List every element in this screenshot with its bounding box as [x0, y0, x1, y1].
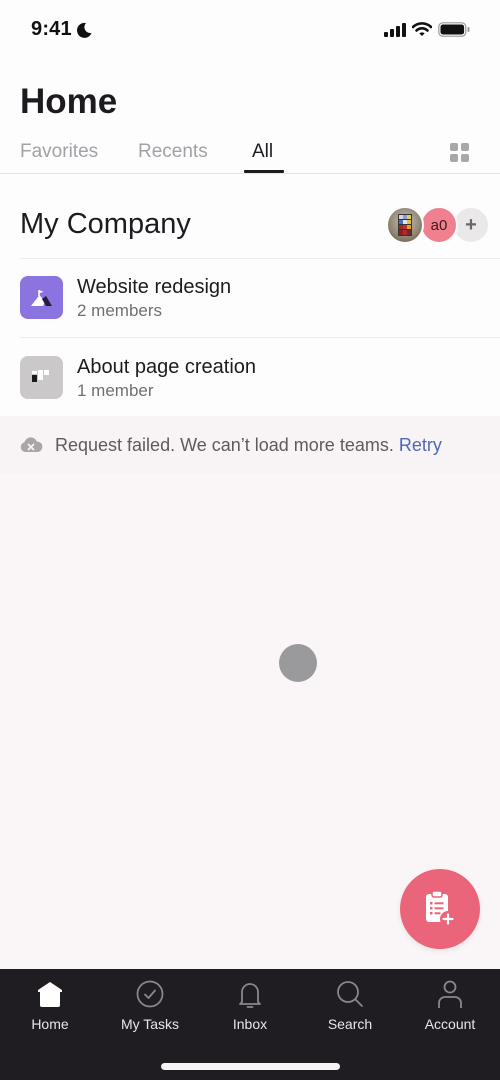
error-detail: We can’t load more teams.	[175, 435, 399, 455]
status-bar: 9:41	[0, 0, 500, 60]
battery-icon	[438, 22, 470, 37]
bell-icon	[239, 983, 261, 1008]
search-icon	[337, 981, 363, 1007]
create-task-button[interactable]	[400, 869, 480, 949]
clipboard-add-icon	[426, 890, 456, 927]
bottom-nav: Home My Tasks Inbox Search Account	[0, 969, 500, 1080]
moon-icon	[76, 22, 92, 38]
nav-item-search[interactable]: Search	[300, 979, 400, 1035]
team-list-item[interactable]: About page creation 1 member	[0, 339, 500, 417]
nav-label: Home	[31, 1016, 69, 1032]
cellular-signal-icon	[384, 22, 406, 37]
active-tab-indicator	[244, 170, 284, 173]
team-member-count: 1 member	[77, 381, 154, 400]
home-indicator	[161, 1063, 340, 1070]
team-icon	[20, 276, 63, 319]
member-avatar-initials[interactable]: a0	[420, 206, 458, 244]
team-member-count: 2 members	[77, 301, 163, 320]
loading-spinner	[279, 644, 317, 682]
nav-item-inbox[interactable]: Inbox	[200, 979, 300, 1035]
team-name: About page creation	[77, 356, 257, 378]
rubiks-cube-photo	[398, 214, 412, 236]
retry-link[interactable]: Retry	[399, 435, 442, 455]
divider	[20, 337, 500, 338]
nav-item-home[interactable]: Home	[0, 979, 100, 1035]
team-list-item[interactable]: Website redesign 2 members	[0, 259, 500, 337]
status-time: 9:41	[31, 18, 72, 40]
tab-recents[interactable]: Recents	[138, 141, 208, 163]
tab-bar: Favorites Recents All	[0, 137, 500, 174]
blocks-icon	[32, 370, 49, 382]
home-icon	[38, 982, 62, 1007]
mountain-flag-icon	[31, 290, 52, 306]
member-avatars[interactable]: a0 +	[386, 206, 490, 246]
team-name: Website redesign	[77, 276, 232, 298]
nav-item-my-tasks[interactable]: My Tasks	[100, 979, 200, 1035]
tab-all[interactable]: All	[252, 141, 273, 163]
nav-item-account[interactable]: Account	[400, 979, 500, 1035]
nav-label: My Tasks	[120, 1016, 180, 1032]
cloud-error-icon	[20, 437, 43, 452]
nav-label: Inbox	[232, 1016, 268, 1032]
check-circle-icon	[136, 980, 164, 1008]
member-avatar-photo[interactable]	[386, 206, 424, 244]
error-title: Request failed.	[55, 435, 176, 455]
company-name[interactable]: My Company	[20, 208, 191, 241]
grid-icon[interactable]	[449, 142, 471, 164]
error-banner: Request failed. We can’t load more teams…	[0, 416, 500, 474]
nav-label: Account	[424, 1016, 476, 1032]
wifi-icon	[412, 22, 432, 36]
team-icon	[20, 356, 63, 399]
person-icon	[438, 980, 462, 1008]
page-title: Home	[20, 82, 118, 121]
status-icons	[384, 22, 470, 37]
tab-favorites[interactable]: Favorites	[20, 141, 98, 163]
error-message: Request failed. We can’t load more teams…	[55, 435, 442, 456]
nav-label: Search	[327, 1016, 373, 1032]
